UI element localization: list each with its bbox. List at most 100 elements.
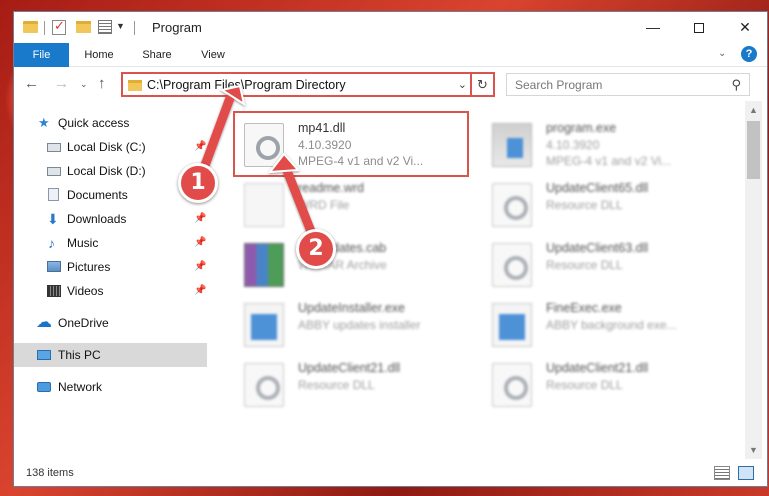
address-bar[interactable]: C:\Program Files\Program Directory ⌄ ↻ [121,72,495,97]
folder-icon[interactable] [23,21,38,33]
back-arrow-icon[interactable]: ← [24,75,39,92]
file-type: Resource DLL [546,198,623,212]
address-dropdown-chevron-icon[interactable]: ⌄ [458,78,467,91]
dll-gear-icon [492,363,532,407]
tab-file[interactable]: File [14,43,69,67]
sidebar-item-label: Local Disk (C:) [67,140,146,154]
search-input[interactable]: Search Program ⚲ [506,73,750,96]
music-icon: ♪ [48,235,55,251]
sidebar-item-network[interactable]: Network [14,375,207,399]
toolbar-separator [44,21,45,35]
large-icons-view-icon[interactable] [738,466,754,480]
file-name: UpdateClient65.dll [546,181,649,195]
exe-icon [492,303,532,347]
refresh-icon[interactable]: ↻ [470,72,493,97]
vertical-scrollbar[interactable]: ▲ ▼ [745,101,762,459]
pin-icon[interactable]: 📌 [194,255,206,279]
scrollbar-thumb[interactable] [747,121,760,179]
sidebar-item-downloads[interactable]: ⬇ Downloads 📌 [14,207,207,231]
folder-icon [128,80,142,91]
close-button[interactable]: ✕ [722,12,767,43]
new-folder-icon[interactable] [76,21,91,33]
sidebar-item-label: Pictures [67,260,111,274]
sidebar-item-label: OneDrive [58,316,109,330]
file-name: FineExec.exe [546,301,622,315]
status-bar: 138 items [14,459,767,486]
maximize-button[interactable] [676,12,722,43]
pictures-icon [47,261,61,272]
file-description: ABBY background exe... [546,318,677,332]
title-separator [134,21,135,35]
exe-icon [244,303,284,347]
forward-arrow-icon[interactable]: → [54,75,69,92]
file-item-readme[interactable]: readme.wrd WRD File [244,179,474,229]
star-icon: ★ [38,115,50,130]
expand-ribbon-chevron-icon[interactable]: ⌄ [718,48,726,59]
file-version: 4.10.3920 [546,138,600,152]
archive-icon [244,243,284,287]
close-icon: ✕ [739,19,751,35]
properties-icon[interactable] [98,20,112,34]
file-type: Resource DLL [298,378,375,392]
tab-home[interactable]: Home [74,43,124,67]
up-arrow-icon[interactable]: ↑ [98,75,106,92]
cloud-icon: ☁ [36,314,52,331]
tab-share[interactable]: Share [132,43,182,67]
disk-icon [47,167,61,176]
documents-icon [48,188,59,201]
details-view-icon[interactable] [714,466,730,480]
file-description: MPEG-4 v1 and v2 Vi... [546,154,672,168]
file-item-cab-archive[interactable]: ourUpdates.cab WinRAR Archive [244,239,474,289]
document-icon [244,183,284,227]
file-item-updateclient21-b[interactable]: UpdateClient21.dll Resource DLL [492,359,722,409]
program-exe-icon [492,123,532,167]
file-name: UpdateClient63.dll [546,241,649,255]
sidebar-item-quick-access[interactable]: ★ Quick access [14,111,207,135]
sidebar-item-local-disk-c[interactable]: Local Disk (C:) 📌 [14,135,207,159]
download-icon: ⬇ [47,211,59,227]
address-path[interactable]: C:\Program Files\Program Directory [147,78,346,92]
file-item-updateclient65[interactable]: UpdateClient65.dll Resource DLL [492,179,722,229]
file-item-updateinstaller[interactable]: UpdateInstaller.exe ABBY updates install… [244,299,474,349]
customize-toolbar-chevron-icon[interactable]: ▼ [116,21,125,37]
navigation-pane: ★ Quick access Local Disk (C:) 📌 Local D… [14,101,207,459]
maximize-icon [694,23,704,34]
title-bar: ▼ Program — ✕ [14,12,767,43]
tab-view[interactable]: View [190,43,236,67]
sidebar-item-onedrive[interactable]: ☁ OneDrive [14,311,207,335]
search-icon[interactable]: ⚲ [731,77,741,93]
help-icon[interactable]: ? [741,46,757,62]
minimize-button[interactable]: — [630,12,676,43]
sidebar-item-label: Music [67,236,99,250]
file-item-program-exe[interactable]: program.exe 4.10.3920 MPEG-4 v1 and v2 V… [492,119,722,169]
file-item-updateclient21-a[interactable]: UpdateClient21.dll Resource DLL [244,359,474,409]
sidebar-item-music[interactable]: ♪ Music 📌 [14,231,207,255]
properties-check-icon[interactable] [52,18,66,35]
scroll-down-icon[interactable]: ▼ [749,445,758,455]
file-description: ABBY updates installer [298,318,421,332]
ribbon-tabs: File Home Share View ⌄ ? [14,43,767,67]
file-name: UpdateClient21.dll [298,361,401,375]
item-count: 138 items [26,467,74,479]
pc-icon [37,350,51,360]
dll-gear-icon [244,363,284,407]
file-item-fineexec[interactable]: FineExec.exe ABBY background exe... [492,299,722,349]
pin-icon[interactable]: 📌 [194,135,206,159]
pin-icon[interactable]: 📌 [194,279,206,303]
scroll-up-icon[interactable]: ▲ [749,105,758,115]
sidebar-item-label: Network [58,380,103,394]
navigation-bar: ← → ⌄ ↑ C:\Program Files\Program Directo… [14,68,767,101]
explorer-window: ▼ Program — ✕ File Home Share View ⌄ ? ←… [13,11,768,487]
file-type: Resource DLL [546,258,623,272]
sidebar-item-label: Quick access [58,116,130,130]
file-item-updateclient63[interactable]: UpdateClient63.dll Resource DLL [492,239,722,289]
pin-icon[interactable]: 📌 [194,207,206,231]
file-type: Resource DLL [546,378,623,392]
sidebar-item-label: Downloads [67,212,127,226]
recent-locations-chevron-icon[interactable]: ⌄ [80,79,88,90]
pin-icon[interactable]: 📌 [194,231,206,255]
sidebar-item-pictures[interactable]: Pictures 📌 [14,255,207,279]
sidebar-item-this-pc[interactable]: This PC [14,343,207,367]
sidebar-item-videos[interactable]: Videos 📌 [14,279,207,303]
callout-step-1: 1 [178,163,218,203]
